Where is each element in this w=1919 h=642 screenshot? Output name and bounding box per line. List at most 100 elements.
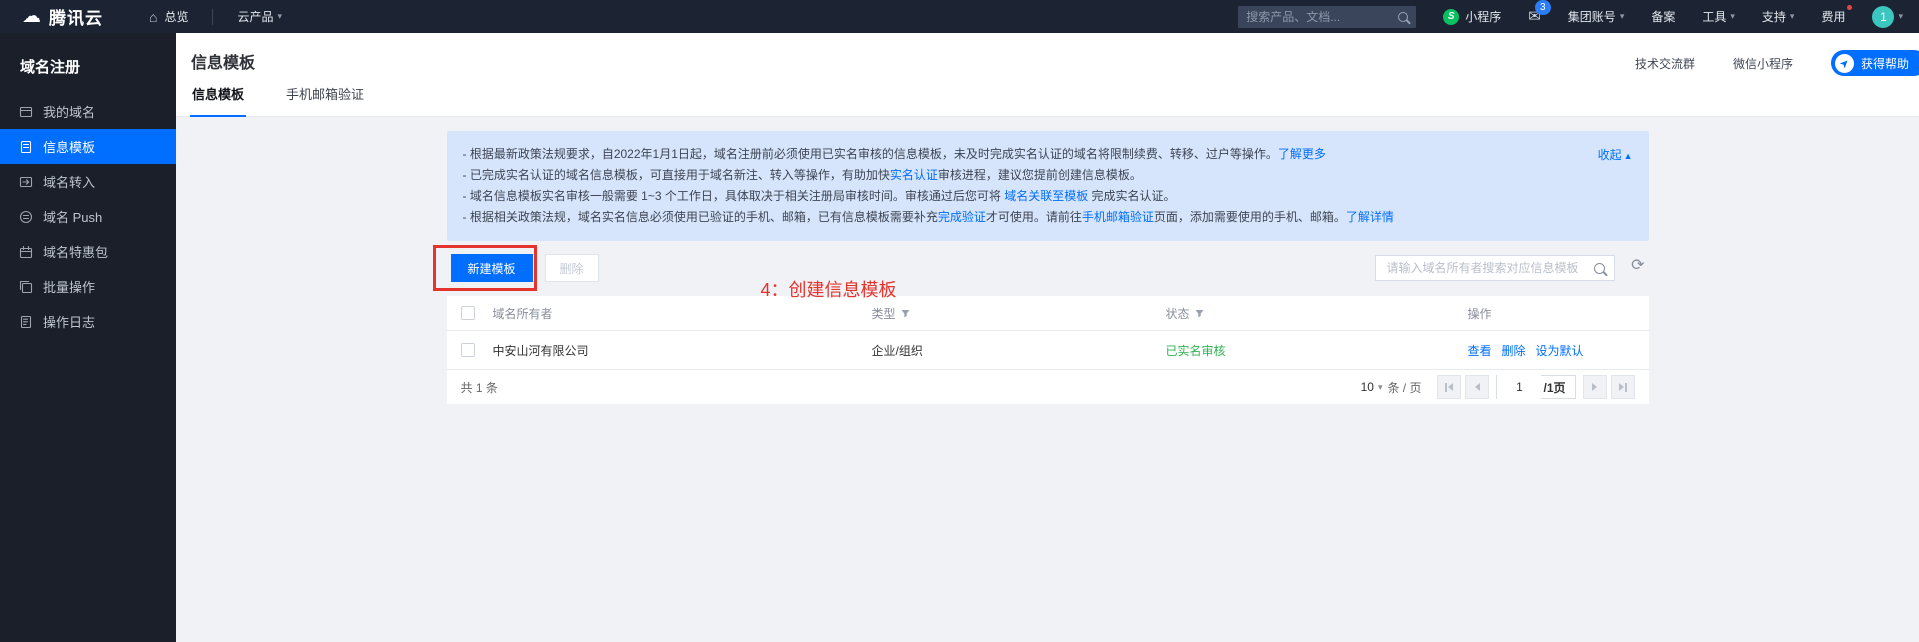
template-table: 域名所有者 类型状态操作 中安山河有限公司 企业/组织已实名审核查看删除设为默认 共… — [447, 296, 1649, 404]
topbar-beian[interactable]: 备案 — [1651, 8, 1675, 25]
notice-lines: - 根据最新政策法规要求，自2022年1月1日起，域名注册前必须使用已实名审核的… — [463, 144, 1553, 228]
notice-link[interactable]: 完成验证 — [938, 210, 986, 224]
notice-line: - 域名信息模板实名审核一般需要 1~3 个工作日，具体取决于相关注册局审核时间… — [463, 186, 1553, 207]
owner-search-box — [1375, 255, 1615, 281]
topbar-group-account[interactable]: 集团账号 ▾ — [1568, 8, 1625, 25]
sidebar-menu: 我的域名信息模板域名转入域名 Push域名特惠包批量操作操作日志 — [0, 94, 176, 339]
package-icon — [19, 245, 33, 259]
tab-phone-email-verify[interactable]: 手机邮箱验证 — [284, 84, 366, 117]
notice-line: - 根据最新政策法规要求，自2022年1月1日起，域名注册前必须使用已实名审核的… — [463, 144, 1553, 165]
sidebar-item-push[interactable]: 域名 Push — [0, 199, 176, 234]
topbar-search-input[interactable]: 搜索产品、文档... — [1238, 6, 1416, 28]
per-page-label: 条 / 页 — [1387, 379, 1421, 396]
wechat-mini-link[interactable]: 微信小程序 — [1733, 55, 1793, 72]
topbar-divider — [212, 9, 213, 25]
topbar-messages[interactable]: ✉ 3 — [1528, 9, 1541, 24]
topbar-tools[interactable]: 工具 ▾ — [1702, 8, 1735, 25]
logs-icon — [19, 315, 33, 329]
toolbar: 新建模板 删除 4：创建信息模板 ⟳ — [447, 254, 1649, 296]
filter-funnel-icon[interactable] — [1195, 309, 1204, 318]
status-cell: 已实名审核 — [1166, 342, 1468, 359]
support-label: 支持 — [1762, 8, 1786, 25]
row-action-link[interactable]: 删除 — [1502, 342, 1526, 359]
notice-link[interactable]: 了解更多 — [1278, 147, 1326, 161]
topbar: ☁ 腾讯云 ⌂ 总览 云产品 ▾ 搜索产品、文档... S 小程序 ✉ 3 集团… — [0, 0, 1919, 33]
column-label: 域名所有者 — [493, 305, 553, 322]
create-template-button[interactable]: 新建模板 — [451, 254, 533, 282]
push-icon — [19, 210, 33, 224]
search-icon[interactable] — [1594, 263, 1605, 274]
chevron-down-icon: ▾ — [1790, 11, 1795, 22]
get-help-button[interactable]: ➤ 获得帮助 — [1831, 50, 1919, 76]
batch-icon — [19, 280, 33, 294]
sidebar-item-my-domains[interactable]: 我的域名 — [0, 94, 176, 129]
topbar-products-menu[interactable]: 云产品 ▾ — [237, 8, 282, 25]
notice-line: - 根据相关政策法规，域名实名信息必须使用已验证的手机、邮箱，已有信息模板需要补… — [463, 207, 1553, 228]
notice-link[interactable]: 了解详情 — [1346, 210, 1394, 224]
chevron-up-icon: ▲ — [1624, 151, 1633, 161]
next-page-button[interactable] — [1583, 375, 1607, 399]
tab-bar: 信息模板 手机邮箱验证 — [190, 84, 366, 117]
owner-cell: 中安山河有限公司 — [447, 342, 872, 359]
row-action-link[interactable]: 查看 — [1468, 342, 1492, 359]
select-all-checkbox[interactable] — [461, 306, 475, 320]
delete-button[interactable]: 删除 — [545, 254, 599, 282]
page-jump-group: /1页 — [1496, 375, 1575, 399]
notice-text: 审核进程，建议您提前创建信息模板。 — [938, 168, 1142, 182]
row-action-link[interactable]: 设为默认 — [1536, 342, 1584, 359]
notice-link[interactable]: 域名关联至模板 — [1004, 189, 1088, 203]
table-body: 中安山河有限公司 企业/组织已实名审核查看删除设为默认 — [447, 331, 1649, 370]
sidebar-item-package[interactable]: 域名特惠包 — [0, 234, 176, 269]
sidebar-item-info-template[interactable]: 信息模板 — [0, 129, 176, 164]
topbar-account[interactable]: 1 ▾ — [1872, 6, 1903, 28]
topbar-mini-program[interactable]: S 小程序 — [1443, 8, 1501, 25]
notice-text: 完成实名认证。 — [1088, 189, 1175, 203]
help-compass-icon: ➤ — [1831, 50, 1858, 77]
notice-link[interactable]: 实名认证 — [890, 168, 938, 182]
topbar-overview[interactable]: ⌂ 总览 — [149, 8, 188, 25]
beian-label: 备案 — [1651, 8, 1675, 25]
total-count: 共 1 条 — [461, 379, 498, 396]
prev-page-button[interactable] — [1465, 375, 1489, 399]
topbar-billing[interactable]: 费用 — [1821, 8, 1845, 25]
notice-link[interactable]: 手机邮箱验证 — [1082, 210, 1154, 224]
table-header-row: 域名所有者 类型状态操作 — [447, 296, 1649, 331]
pager-buttons: /1页 — [1437, 375, 1634, 399]
notification-dot — [1847, 5, 1852, 10]
notice-text: - 根据相关政策法规，域名实名信息必须使用已验证的手机、邮箱，已有信息模板需要补… — [463, 210, 938, 224]
sidebar-item-label: 信息模板 — [43, 137, 95, 156]
column-header: 状态 — [1166, 305, 1468, 322]
last-page-button[interactable] — [1611, 375, 1635, 399]
home-icon: ⌂ — [149, 10, 157, 24]
refresh-icon[interactable]: ⟳ — [1631, 258, 1644, 274]
get-help-label: 获得帮助 — [1861, 55, 1909, 72]
column-header: 类型 — [872, 305, 1166, 322]
column-header: 操作 — [1468, 305, 1649, 322]
my-domains-icon — [19, 105, 33, 119]
page-number-input[interactable] — [1497, 375, 1541, 399]
step-annotation: 4：创建信息模板 — [761, 276, 897, 302]
chevron-down-icon: ▾ — [278, 11, 283, 22]
page-header-links: 技术交流群 微信小程序 ➤ 获得帮助 — [1635, 50, 1905, 76]
first-page-button[interactable] — [1437, 375, 1461, 399]
sidebar-item-logs[interactable]: 操作日志 — [0, 304, 176, 339]
owner-search-input[interactable] — [1385, 260, 1588, 276]
filter-funnel-icon[interactable] — [901, 309, 910, 318]
collapse-link[interactable]: 收起▲ — [1598, 145, 1633, 167]
sidebar-item-transfer-in[interactable]: 域名转入 — [0, 164, 176, 199]
sidebar-item-batch[interactable]: 批量操作 — [0, 269, 176, 304]
page-size-select[interactable]: 10 ▾ — [1361, 380, 1383, 394]
topbar-support[interactable]: 支持 ▾ — [1762, 8, 1795, 25]
triangle-right-icon — [1592, 383, 1597, 391]
tab-info-template[interactable]: 信息模板 — [190, 84, 246, 117]
tencent-cloud-logo[interactable]: ☁ 腾讯云 — [22, 4, 103, 29]
type-cell: 企业/组织 — [872, 342, 1166, 359]
tech-group-link[interactable]: 技术交流群 — [1635, 55, 1695, 72]
owner-name: 中安山河有限公司 — [493, 342, 589, 359]
table-row: 中安山河有限公司 企业/组织已实名审核查看删除设为默认 — [447, 331, 1649, 370]
group-account-label: 集团账号 — [1568, 8, 1616, 25]
notice-line: - 已完成实名认证的域名信息模板，可直接用于域名新注、转入等操作，有助加快实名认… — [463, 165, 1553, 186]
sidebar-item-label: 批量操作 — [43, 277, 95, 296]
avatar: 1 — [1872, 6, 1894, 28]
row-checkbox[interactable] — [461, 343, 475, 357]
